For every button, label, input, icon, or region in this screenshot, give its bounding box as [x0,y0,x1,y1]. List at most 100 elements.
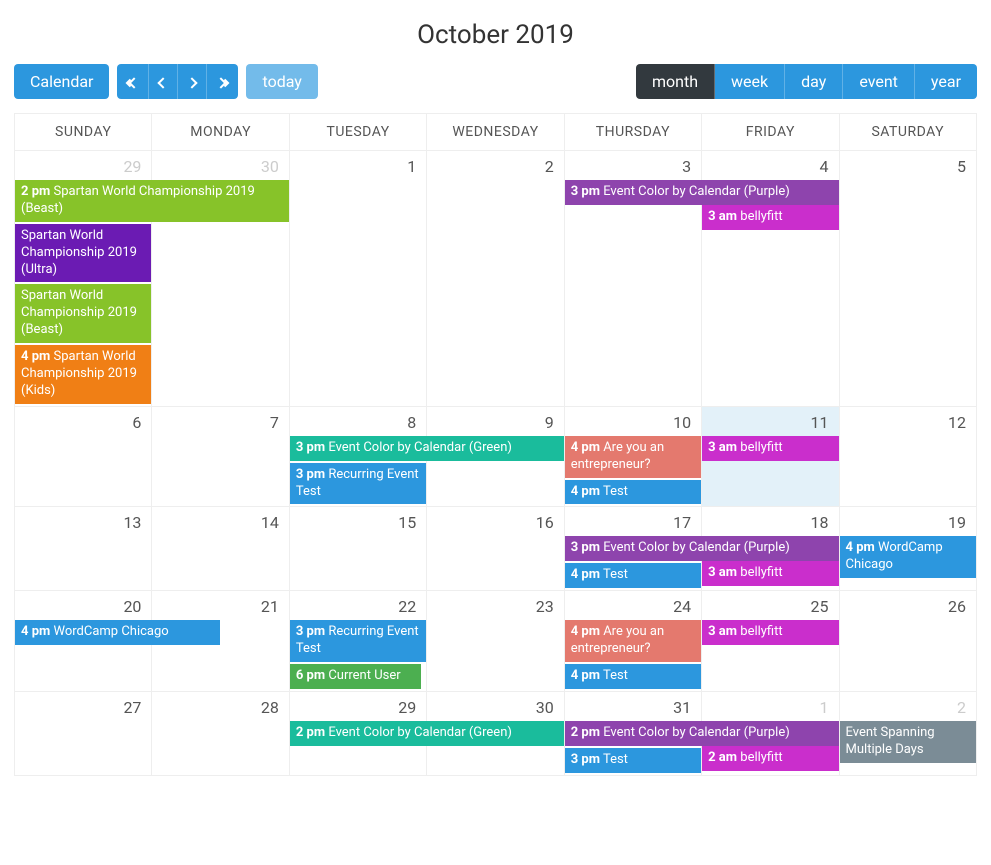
event[interactable]: 3 am bellyfitt [702,620,838,645]
day-cell[interactable]: 183 am bellyfitt [702,507,839,591]
day-number: 31 [565,692,701,721]
view-year[interactable]: year [915,64,977,99]
event[interactable]: 3 am bellyfitt [702,436,838,461]
prev-button[interactable] [149,64,178,99]
event-time: 4 pm [846,540,875,555]
day-number: 7 [152,407,288,436]
event[interactable]: 4 pm Are you an entrepreneur? [565,620,701,662]
event-time: 3 pm [571,752,600,767]
day-cell[interactable]: 5 [839,151,976,407]
event[interactable]: 2 am bellyfitt [702,746,838,771]
day-cell[interactable]: 2 [427,151,564,407]
event[interactable]: 4 pm Test [565,664,701,689]
day-header: WEDNESDAY [427,114,564,151]
event[interactable]: 4 pm Spartan World Championship 2019 (Ki… [15,345,151,404]
day-number: 9 [427,407,563,436]
event[interactable]: 2 pm Spartan World Championship 2019 (Be… [15,180,289,222]
event-time: 4 pm [571,484,600,499]
day-number: 11 [702,407,838,436]
event-spacer [702,536,838,561]
event-title: bellyfitt [740,440,782,455]
day-number: 14 [152,507,288,536]
event[interactable]: Event Spanning Multiple Days [840,721,976,763]
day-number: 15 [290,507,426,536]
event-time: 3 pm [571,540,600,555]
event-time: 3 am [708,624,737,639]
event[interactable]: 4 pm Test [565,563,701,588]
toolbar: Calendar today month week day event year [14,64,977,99]
today-button[interactable]: today [246,64,317,99]
event-time: 4 pm [21,624,50,639]
day-cell[interactable]: 12 am bellyfitt [702,691,839,775]
event[interactable]: 6 pm Current User [290,664,421,689]
day-cell[interactable]: 33 pm Event Color by Calendar (Purple) [564,151,701,407]
event-title: bellyfitt [740,750,782,765]
day-cell[interactable]: 223 pm Recurring Event Test6 pm Current … [289,591,426,692]
calendars-button[interactable]: Calendar [14,64,109,99]
event[interactable]: 3 pm Recurring Event Test [290,620,426,662]
day-cell[interactable]: 7 [152,406,289,507]
day-cell[interactable]: 2Event Spanning Multiple Days [839,691,976,775]
event[interactable]: 2 pm Event Color by Calendar (Green) [290,721,564,746]
event[interactable]: 4 pm Test [565,480,701,505]
first-button[interactable] [117,64,149,99]
day-cell[interactable]: 194 pm WordCamp Chicago [839,507,976,591]
day-cell[interactable]: 15 [289,507,426,591]
next-button[interactable] [178,64,207,99]
view-week[interactable]: week [715,64,785,99]
day-number: 3 [565,151,701,180]
day-cell[interactable]: 244 pm Are you an entrepreneur?4 pm Test [564,591,701,692]
event-time: 4 pm [571,567,600,582]
event-title: Spartan World Championship 2019 (Beast) [21,288,137,337]
event[interactable]: Spartan World Championship 2019 (Beast) [15,284,151,343]
day-cell[interactable]: 1 [289,151,426,407]
day-cell[interactable]: 14 [152,507,289,591]
day-cell[interactable]: 27 [15,691,152,775]
event[interactable]: 3 am bellyfitt [702,205,838,230]
day-cell[interactable]: 292 pm Spartan World Championship 2019 (… [15,151,152,407]
view-day[interactable]: day [785,64,843,99]
event[interactable]: 3 pm Event Color by Calendar (Green) [290,436,564,461]
event[interactable]: 4 pm WordCamp Chicago [15,620,220,645]
day-number: 1 [290,151,426,180]
event[interactable]: Spartan World Championship 2019 (Ultra) [15,224,151,283]
day-header: FRIDAY [702,114,839,151]
last-button[interactable] [207,64,238,99]
day-cell[interactable]: 26 [839,591,976,692]
view-event[interactable]: event [843,64,915,99]
event-title: Event Color by Calendar (Green) [328,725,512,740]
event[interactable]: 4 pm WordCamp Chicago [840,536,976,578]
day-cell[interactable]: 16 [427,507,564,591]
day-cell[interactable]: 104 pm Are you an entrepreneur?4 pm Test [564,406,701,507]
day-cell[interactable]: 173 pm Event Color by Calendar (Purple)4… [564,507,701,591]
day-cell[interactable]: 113 am bellyfitt [702,406,839,507]
day-cell[interactable]: 204 pm WordCamp Chicago [15,591,152,692]
first-icon [129,77,140,88]
day-cell[interactable]: 43 am bellyfitt [702,151,839,407]
event[interactable]: 3 am bellyfitt [702,561,838,586]
day-cell[interactable]: 28 [152,691,289,775]
day-number: 27 [15,692,151,721]
day-cell[interactable]: 23 [427,591,564,692]
day-cell[interactable]: 6 [15,406,152,507]
day-cell[interactable]: 312 pm Event Color by Calendar (Purple)3… [564,691,701,775]
event-title: Test [603,567,628,582]
day-number: 21 [152,591,288,620]
day-cell[interactable]: 253 am bellyfitt [702,591,839,692]
day-number: 8 [290,407,426,436]
day-cell[interactable]: 13 [15,507,152,591]
day-header: MONDAY [152,114,289,151]
day-number: 5 [840,151,976,180]
view-month[interactable]: month [636,64,715,99]
day-header: SUNDAY [15,114,152,151]
day-header: THURSDAY [564,114,701,151]
day-cell[interactable]: 12 [839,406,976,507]
day-cell[interactable]: 292 pm Event Color by Calendar (Green) [289,691,426,775]
event[interactable]: 3 pm Recurring Event Test [290,463,426,505]
day-cell[interactable]: 83 pm Event Color by Calendar (Green)3 p… [289,406,426,507]
day-number: 29 [15,151,151,180]
day-header: SATURDAY [839,114,976,151]
day-number: 24 [565,591,701,620]
event[interactable]: 4 pm Are you an entrepreneur? [565,436,701,478]
event[interactable]: 3 pm Test [565,748,701,773]
